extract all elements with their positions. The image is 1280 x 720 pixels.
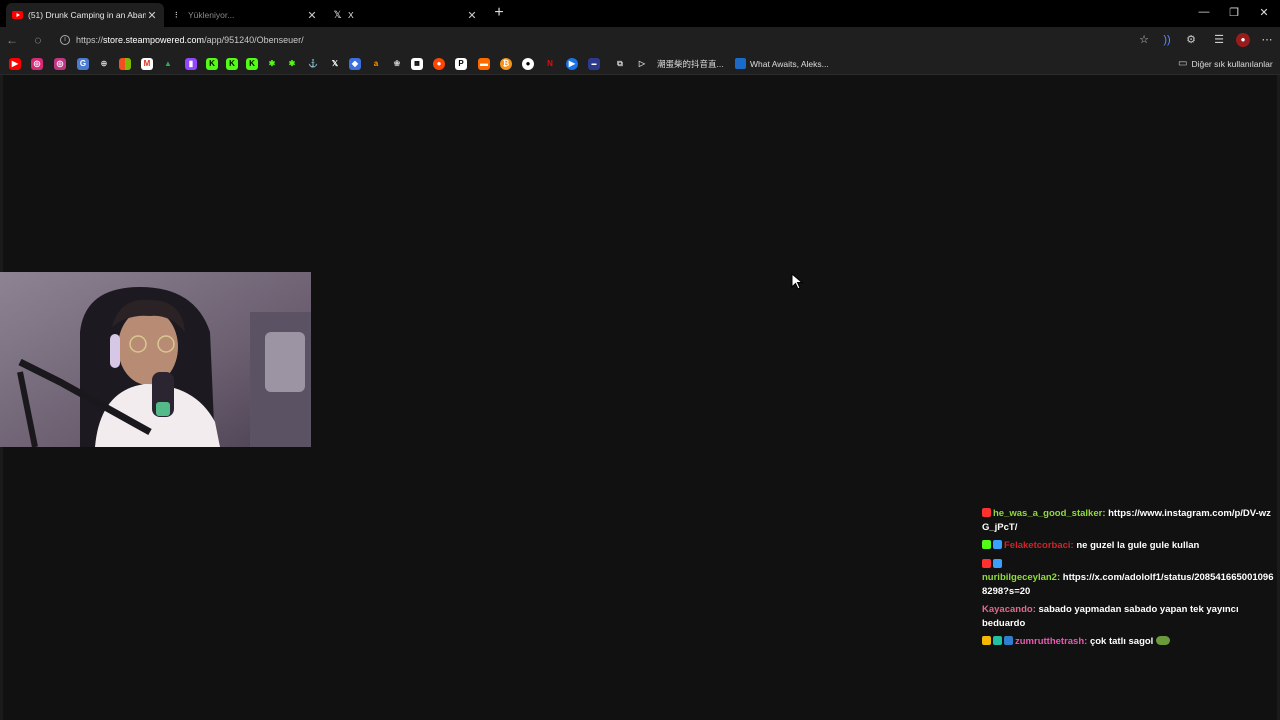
app-bookmark-icon[interactable]: ▬ bbox=[478, 58, 490, 70]
tab-youtube[interactable]: (51) Drunk Camping in an Abando ✕ bbox=[6, 3, 164, 27]
chat-text: ne guzel la gule gule kullan bbox=[1076, 540, 1200, 551]
bookmark-label: 潮蛋柴的抖音直... bbox=[657, 59, 724, 69]
back-icon[interactable]: ← bbox=[4, 33, 20, 47]
x-bookmark-icon[interactable]: 𝕏 bbox=[329, 58, 341, 70]
kick-badge-icon bbox=[1004, 636, 1013, 645]
tab-strip: (51) Drunk Camping in an Abando ✕ ⠇ Yükl… bbox=[0, 0, 1280, 27]
chat-message: Felaketcorbaci: ne guzel la gule gule ku… bbox=[982, 539, 1274, 553]
sub-badge-icon bbox=[993, 636, 1002, 645]
kick-badge-icon bbox=[982, 508, 991, 517]
close-tab-icon[interactable]: ✕ bbox=[466, 9, 478, 22]
browser-window: (51) Drunk Camping in an Abando ✕ ⠇ Yükl… bbox=[0, 0, 1280, 720]
netflix-bookmark-icon[interactable]: N bbox=[544, 58, 556, 70]
screen-capture-icon[interactable]: ⧉ bbox=[614, 58, 626, 70]
microsoft-bookmark-icon[interactable] bbox=[119, 58, 131, 70]
extensions-icon[interactable]: ⚙ bbox=[1184, 33, 1198, 47]
kick-bookmark-icon[interactable]: K bbox=[226, 58, 238, 70]
bookmark-label: What Awaits, Aleks... bbox=[750, 58, 829, 69]
gem-badge-icon bbox=[993, 558, 1002, 568]
chat-username: nuribilgeceylan2 bbox=[982, 572, 1057, 583]
gmail-bookmark-icon[interactable]: M bbox=[141, 58, 153, 70]
kick-alt-bookmark-icon[interactable]: ✱ bbox=[286, 58, 298, 70]
globe-bookmark-icon[interactable]: ⊕ bbox=[98, 58, 110, 70]
more-menu-icon[interactable]: ⋯ bbox=[1260, 33, 1274, 47]
tab-title: X bbox=[348, 10, 354, 20]
play-bookmark-icon[interactable]: ▶ bbox=[566, 58, 578, 70]
folder-icon: ▭ bbox=[1178, 58, 1188, 69]
patreon-bookmark-icon[interactable]: P bbox=[455, 58, 467, 70]
crown-badge-icon bbox=[982, 636, 991, 645]
address-bar[interactable]: i https://store.steampowered.com/app/951… bbox=[50, 30, 1158, 50]
chat-message: he_was_a_good_stalker: https://www.insta… bbox=[982, 508, 1271, 533]
profile-avatar[interactable]: ● bbox=[1236, 33, 1250, 47]
media-bookmark-icon[interactable]: ▷ bbox=[636, 58, 648, 70]
steam-icon bbox=[735, 58, 746, 69]
chat-username: Kayacando bbox=[982, 604, 1033, 615]
tab-loading[interactable]: ⠇ Yükleniyor... ✕ bbox=[166, 3, 324, 27]
new-tab-button[interactable]: + bbox=[491, 5, 507, 21]
restore-button[interactable]: ❐ bbox=[1226, 6, 1242, 19]
chat-text: çok tatlı sagol bbox=[1089, 636, 1154, 647]
youtube-bookmark-icon[interactable]: ▶ bbox=[9, 58, 21, 70]
url-text[interactable]: https://store.steampowered.com/app/95124… bbox=[76, 35, 304, 45]
chat-username: zumrutthetrash bbox=[1015, 636, 1085, 647]
favorites-icon[interactable]: ☰ bbox=[1212, 33, 1226, 47]
webcam-overlay bbox=[0, 272, 311, 447]
youtube-icon bbox=[12, 10, 23, 21]
gem-badge-icon bbox=[993, 540, 1002, 549]
navigation-toolbar: ← ◌ i https://store.steampowered.com/app… bbox=[0, 27, 1280, 53]
minimize-button[interactable]: — bbox=[1196, 6, 1212, 18]
mouse-cursor-icon bbox=[791, 273, 804, 290]
kick-badge-icon bbox=[982, 540, 991, 549]
close-window-button[interactable]: ✕ bbox=[1256, 6, 1272, 19]
loading-icon: ⠇ bbox=[174, 10, 181, 20]
chat-message: nuribilgeceylan2: https://x.com/adololf1… bbox=[982, 558, 1274, 599]
twitch-bookmark-icon[interactable]: ▮ bbox=[185, 58, 197, 70]
tab-x[interactable]: 𝕏 X ✕ bbox=[326, 3, 484, 27]
other-favorites-folder[interactable]: ▭ Diğer sık kullanılanlar bbox=[1178, 58, 1273, 69]
close-tab-icon[interactable]: ✕ bbox=[306, 9, 318, 22]
imdb-bookmark-icon[interactable]: ▦ bbox=[411, 58, 423, 70]
app-bookmark-icon[interactable]: ▬ bbox=[588, 58, 600, 70]
webcam-feed bbox=[0, 272, 311, 447]
close-tab-icon[interactable]: ✕ bbox=[146, 9, 158, 22]
bitcoin-bookmark-icon[interactable]: ₿ bbox=[500, 58, 512, 70]
translate-bookmark-icon[interactable]: G bbox=[77, 58, 89, 70]
drive-bookmark-icon[interactable]: ▲ bbox=[162, 58, 174, 70]
kick-badge-icon bbox=[982, 558, 991, 568]
chat-message: zumrutthetrash: çok tatlı sagol bbox=[982, 635, 1274, 649]
emote-icon bbox=[1155, 636, 1170, 645]
app-bookmark-icon[interactable]: ● bbox=[522, 58, 534, 70]
kick-bookmark-icon[interactable]: K bbox=[206, 58, 218, 70]
bookmark-steam[interactable]: What Awaits, Aleks... bbox=[735, 58, 829, 69]
read-aloud-icon[interactable]: )) bbox=[1160, 33, 1174, 47]
amazon-bookmark-icon[interactable]: a bbox=[370, 58, 382, 70]
instagram-bookmark-icon[interactable]: ◎ bbox=[31, 58, 43, 70]
reddit-bookmark-icon[interactable]: ● bbox=[433, 58, 445, 70]
openai-bookmark-icon[interactable]: ❀ bbox=[391, 58, 403, 70]
chat-message: Kayacando: sabado yapmadan sabado yapan … bbox=[982, 604, 1239, 629]
tab-title: (51) Drunk Camping in an Abando bbox=[28, 10, 146, 20]
loading-spinner-icon[interactable]: ◌ bbox=[30, 33, 46, 47]
x-logo-icon: 𝕏 bbox=[333, 9, 342, 21]
app-bookmark-icon[interactable]: ◆ bbox=[349, 58, 361, 70]
folder-label: Diğer sık kullanılanlar bbox=[1191, 58, 1273, 69]
anchor-bookmark-icon[interactable]: ⚓ bbox=[307, 58, 319, 70]
chat-username: Felaketcorbaci bbox=[1004, 540, 1071, 551]
tab-title: Yükleniyor... bbox=[188, 10, 235, 20]
bookmarks-bar: ▶ ◎ ◎ G ⊕ M ▲ ▮ K K K ✱ ✱ ⚓ 𝕏 ◆ a ❀ ▦ ● … bbox=[0, 53, 1280, 75]
chat-username: he_was_a_good_stalker bbox=[993, 508, 1103, 519]
instagram-bookmark-icon[interactable]: ◎ bbox=[54, 58, 66, 70]
kick-bookmark-icon[interactable]: K bbox=[246, 58, 258, 70]
chat-overlay: he_was_a_good_stalker: https://www.insta… bbox=[982, 507, 1274, 654]
bookmark-chinese[interactable]: 潮蛋柴的抖音直... bbox=[657, 58, 724, 70]
site-info-icon[interactable]: i bbox=[60, 35, 70, 45]
favorite-star-icon[interactable]: ☆ bbox=[1137, 33, 1151, 47]
kick-alt-bookmark-icon[interactable]: ✱ bbox=[266, 58, 278, 70]
